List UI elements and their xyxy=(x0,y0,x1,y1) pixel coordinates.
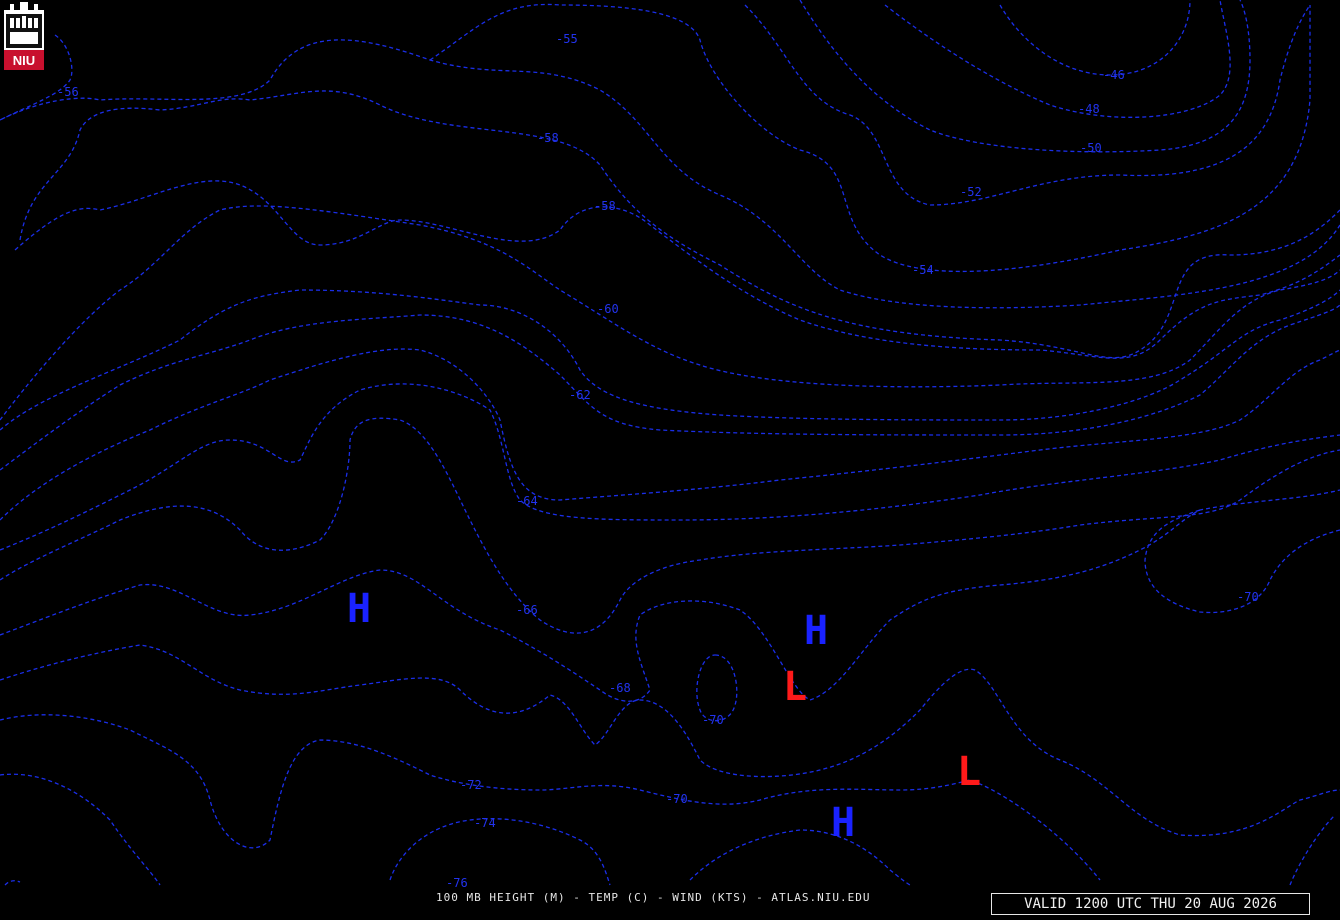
isotherm-label: -58 xyxy=(537,131,559,145)
isotherm-label: -58 xyxy=(594,199,616,213)
isotherm-62b xyxy=(0,348,1340,521)
isotherm-label: -70 xyxy=(1237,590,1259,604)
low-pressure-marker: L xyxy=(957,749,981,795)
isotherm-64 xyxy=(0,383,1340,551)
map-caption: 100 MB HEIGHT (M) - TEMP (C) - WIND (KTS… xyxy=(436,891,871,904)
isotherm-56 xyxy=(0,39,1340,309)
isotherm-label: -55 xyxy=(556,32,578,46)
valid-time-box: VALID 1200 UTC THU 20 AUG 2026 xyxy=(991,893,1310,915)
isotherm-label: -72 xyxy=(460,778,482,792)
isotherm-74 xyxy=(0,773,161,886)
isotherm-label: -68 xyxy=(609,681,631,695)
isotherm-label: -52 xyxy=(960,185,982,199)
weather-map: -46 -48 -50 -52 -54 -55 -56 -58 -58 -60 … xyxy=(0,0,1340,890)
logo-text: NIU xyxy=(13,53,35,68)
isotherm-60 xyxy=(0,205,1340,421)
isotherm-label: -74 xyxy=(474,816,496,830)
isotherm-label: -48 xyxy=(1078,102,1100,116)
high-pressure-marker: H xyxy=(831,800,855,846)
isotherm-62 xyxy=(0,304,1340,471)
isotherm-52 xyxy=(744,4,1311,206)
isotherm-label: -54 xyxy=(912,263,934,277)
isotherm-46 xyxy=(999,0,1191,76)
isotherm-74c xyxy=(689,829,911,886)
isotherm-label: -50 xyxy=(1080,141,1102,155)
isotherm-48 xyxy=(884,0,1231,118)
isotherm-70-ring xyxy=(696,654,738,722)
isotherm-label: -70 xyxy=(702,713,724,727)
isotherm-label: -64 xyxy=(516,494,538,508)
isotherm-contours xyxy=(0,0,1340,886)
high-pressure-marker: H xyxy=(804,608,828,654)
isotherm-label: -70 xyxy=(666,792,688,806)
niu-logo: NIU xyxy=(4,2,44,70)
isotherm-68 xyxy=(0,489,1340,702)
isotherm-70 xyxy=(0,644,1340,837)
isotherm-label: -66 xyxy=(516,603,538,617)
isotherm-label: -60 xyxy=(597,302,619,316)
isotherm-74d xyxy=(1289,814,1336,886)
isotherm-label: -56 xyxy=(57,85,79,99)
high-pressure-marker: H xyxy=(347,586,371,632)
isotherm-72 xyxy=(0,714,1101,881)
low-pressure-marker: L xyxy=(783,664,807,710)
isotherm-50 xyxy=(799,0,1251,153)
isotherm-60b xyxy=(0,289,1340,431)
isotherm-76 xyxy=(4,880,21,886)
isotherm-label: -76 xyxy=(446,876,468,890)
isotherm-66 xyxy=(0,417,1340,634)
isotherm-74b xyxy=(389,818,611,886)
isotherm-label: -62 xyxy=(569,388,591,402)
isotherm-58b xyxy=(14,180,1340,359)
isotherm-labels: -46 -48 -50 -52 -54 -55 -56 -58 -58 -60 … xyxy=(57,32,1259,890)
isotherm-label: -46 xyxy=(1103,68,1125,82)
isotherm-58 xyxy=(19,90,1340,359)
